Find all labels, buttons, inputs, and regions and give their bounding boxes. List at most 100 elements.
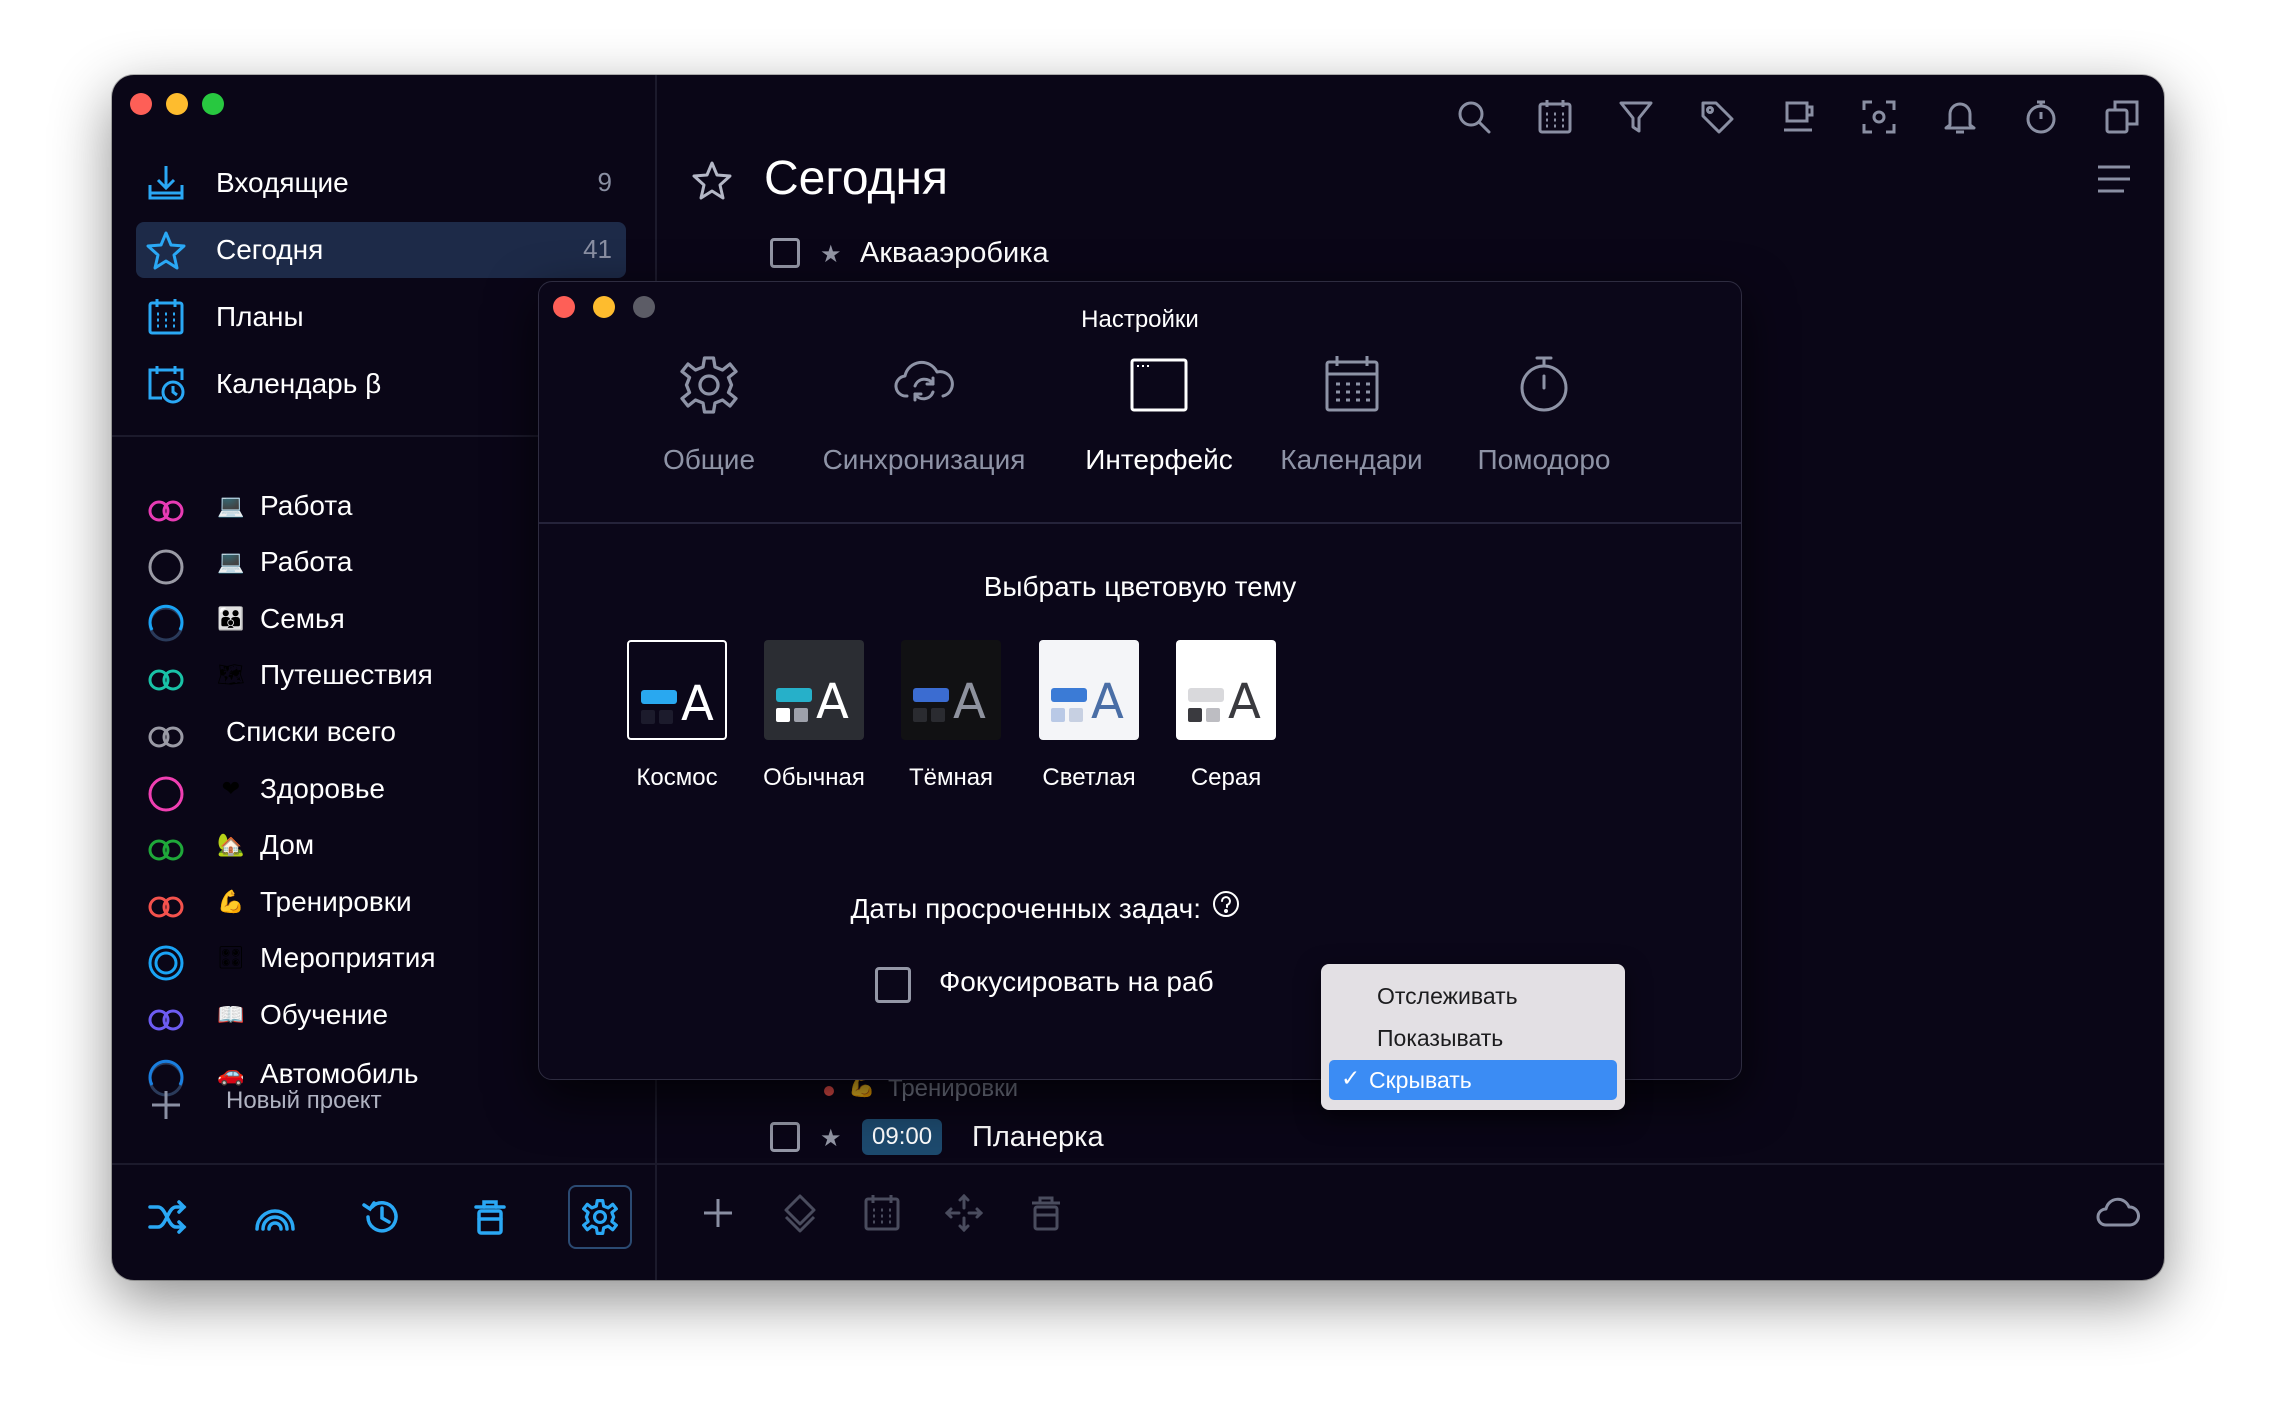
tab-pomodoro[interactable]: Помодоро <box>1454 352 1634 482</box>
focus-button[interactable] <box>1854 92 1904 142</box>
nav-label: Календарь β <box>216 368 382 399</box>
project-ring-icon <box>146 830 186 870</box>
project-ring-icon <box>146 943 186 983</box>
delete-button[interactable] <box>1018 1185 1074 1241</box>
nav-label: Планы <box>216 301 304 332</box>
task-title[interactable]: Планерка <box>972 1121 1104 1154</box>
nav-count: 9 <box>597 167 612 197</box>
page-title: Сегодня <box>764 152 948 205</box>
tab-label: Общие <box>662 444 756 475</box>
sync-status-button[interactable] <box>2088 1185 2144 1241</box>
project-ring-icon <box>146 887 186 927</box>
tab-sync[interactable]: Синхронизация <box>794 352 1054 482</box>
nav-item-today[interactable]: Сегодня 41 <box>136 222 626 278</box>
task-star-icon: ★ <box>820 240 842 268</box>
focus-checkbox[interactable] <box>875 967 911 1003</box>
priority-icon <box>784 1194 816 1233</box>
history-button[interactable] <box>350 1185 414 1249</box>
project-ring-icon <box>146 717 186 757</box>
dropdown-option-hide[interactable]: ✓ Скрывать <box>1329 1060 1617 1100</box>
project-label: Дом <box>260 829 315 860</box>
schedule-button[interactable] <box>854 1185 910 1241</box>
theme-heading: Выбрать цветовую тему <box>983 571 1297 602</box>
task-time-badge: 09:00 <box>862 1119 943 1155</box>
project-label: Работа <box>260 546 353 577</box>
task-checkbox[interactable] <box>770 238 800 268</box>
timer-button[interactable] <box>2016 92 2066 142</box>
history-icon <box>362 1201 398 1233</box>
tab-interface[interactable]: Интерфейс <box>1069 352 1249 482</box>
project-emoji: 👪 <box>217 607 245 632</box>
calendar-clock-icon <box>146 364 186 404</box>
nearby-button[interactable] <box>243 1185 307 1249</box>
cup-icon <box>1784 101 1814 132</box>
hamburger-icon <box>2098 165 2130 193</box>
search-button[interactable] <box>1449 92 1499 142</box>
delete-icon <box>1032 1196 1060 1231</box>
app-window: Входящие 9 Сегодня 41 Планы Календарь β … <box>112 75 2164 1280</box>
project-emoji: ❤ <box>221 777 241 802</box>
priority-button[interactable] <box>772 1185 828 1241</box>
project-emoji: 🗺 <box>217 663 245 688</box>
dropdown-option-track[interactable]: Отслеживать <box>1329 976 1617 1016</box>
option-label: Скрывать <box>1369 1067 1472 1093</box>
theme-label: Серая <box>1190 764 1262 791</box>
gear-icon <box>676 352 742 418</box>
calendar-button[interactable] <box>1530 92 1580 142</box>
tag-button[interactable] <box>1692 92 1742 142</box>
cup-button[interactable] <box>1773 92 1823 142</box>
project-ring-icon <box>146 547 186 587</box>
bell-icon <box>1944 102 1976 134</box>
theme-option[interactable]: A Серая <box>1141 640 1311 800</box>
add-icon <box>704 1199 732 1227</box>
timer-icon <box>2026 100 2056 134</box>
notifications-button[interactable] <box>1935 92 1985 142</box>
focus-label: Фокусировать на раб <box>939 966 1214 997</box>
new-project-button[interactable]: Новый проект <box>146 1079 626 1125</box>
trash-button[interactable] <box>458 1185 522 1249</box>
plus-icon <box>146 1085 186 1125</box>
move-button[interactable] <box>936 1185 992 1241</box>
shuffle-icon <box>148 1200 187 1234</box>
add-task-button[interactable] <box>690 1185 746 1241</box>
nav-item-inbox[interactable]: Входящие 9 <box>136 155 626 211</box>
search-icon <box>1458 101 1491 134</box>
trash-icon <box>474 1200 506 1235</box>
settings-title: Настройки <box>1081 306 1199 333</box>
nearby-icon <box>255 1209 295 1231</box>
option-label: Показывать <box>1377 1025 1504 1051</box>
project-ring-icon <box>146 774 186 814</box>
project-emoji: 📖 <box>217 1003 245 1028</box>
theme-preview: A <box>901 640 1001 740</box>
title-star-icon[interactable] <box>690 159 734 203</box>
project-label: Списки всего <box>226 716 396 747</box>
help-icon[interactable] <box>1211 889 1241 919</box>
task-title[interactable]: Аквааэробика <box>860 237 1049 270</box>
stopwatch-icon <box>1511 352 1577 418</box>
tab-label: Помодоро <box>1477 444 1611 475</box>
shuffle-button[interactable] <box>136 1185 200 1249</box>
tab-label: Интерфейс <box>1085 444 1233 475</box>
new-project-label: Новый проект <box>226 1087 382 1114</box>
menu-button[interactable] <box>2096 161 2132 197</box>
settings-dialog: Настройки Общие Синхронизация Интерфейс … <box>538 281 1742 1080</box>
tab-label: Синхронизация <box>822 444 1026 475</box>
move-icon <box>944 1193 984 1233</box>
filter-button[interactable] <box>1611 92 1661 142</box>
project-ring-icon <box>146 660 186 700</box>
copy-button[interactable] <box>2097 92 2147 142</box>
theme-preview: A <box>627 640 727 740</box>
cloud-icon <box>2096 1197 2140 1227</box>
settings-divider <box>539 522 1741 524</box>
window-icon <box>1126 352 1192 418</box>
project-emoji: 🎛 <box>217 946 245 971</box>
dropdown-option-show[interactable]: Показывать <box>1329 1018 1617 1058</box>
tab-general[interactable]: Общие <box>639 352 779 482</box>
theme-preview: A <box>1176 640 1276 740</box>
task-star-icon: ★ <box>820 1124 842 1152</box>
task-checkbox[interactable] <box>770 1122 800 1152</box>
project-ring-icon <box>146 604 186 644</box>
star-icon <box>146 230 186 270</box>
tab-calendars[interactable]: Календари <box>1264 352 1439 482</box>
settings-button[interactable] <box>568 1185 632 1249</box>
